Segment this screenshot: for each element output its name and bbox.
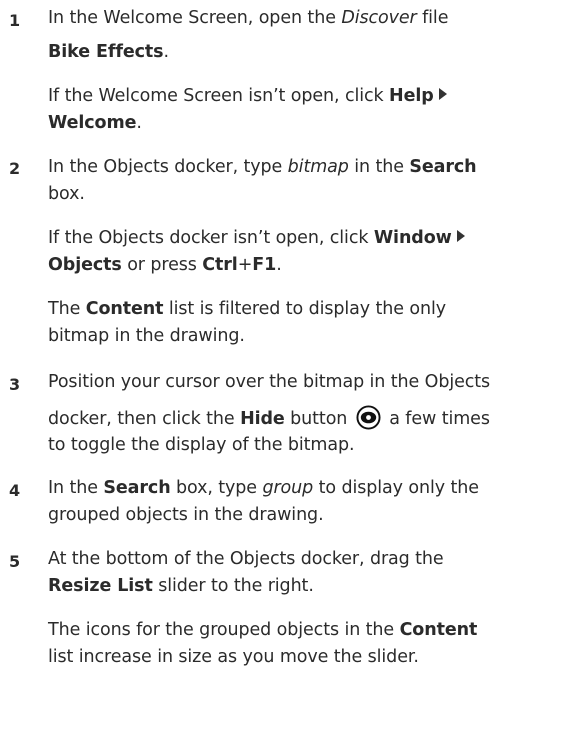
step-line: Position your cursor over the bitmap in … [48, 372, 491, 392]
step-number: 1 [9, 11, 21, 30]
step-line: At the bottom of the Objects docker, dra… [48, 549, 444, 569]
submenu-arrow-icon [438, 88, 447, 100]
step-number: 4 [9, 481, 21, 500]
step-note-cont: Welcome. [48, 113, 142, 133]
instruction-document: 1 In the Welcome Screen, open the Discov… [0, 0, 574, 730]
step-line: box. [48, 184, 85, 204]
step-note-cont: list increase in size as you move the sl… [48, 647, 419, 667]
submenu-arrow-icon [456, 230, 465, 242]
step-note: The icons for the grouped objects in the… [48, 620, 478, 640]
step-number: 5 [9, 552, 21, 571]
step-line: grouped objects in the drawing. [48, 505, 324, 525]
step-note: If the Welcome Screen isn’t open, click … [48, 83, 566, 110]
step-line: to toggle the display of the bitmap. [48, 435, 355, 455]
step-note: The Content list is filtered to display … [48, 299, 446, 319]
step-note: If the Objects docker isn’t open, click … [48, 225, 566, 252]
step-note-cont: bitmap in the drawing. [48, 326, 245, 346]
step-line: Bike Effects. [48, 42, 169, 62]
eye-icon [356, 405, 381, 430]
step-line: In the Objects docker, type bitmap in th… [48, 157, 477, 177]
step-note-cont: Objects or press Ctrl+F1. [48, 255, 282, 275]
step-number: 3 [9, 375, 21, 394]
step-line: In the Search box, type group to display… [48, 478, 479, 498]
step-number: 2 [9, 159, 21, 178]
step-line: In the Welcome Screen, open the Discover… [48, 8, 449, 28]
step-line: docker, then click the Hide button a few… [48, 405, 566, 433]
step-line: Resize List slider to the right. [48, 576, 314, 596]
